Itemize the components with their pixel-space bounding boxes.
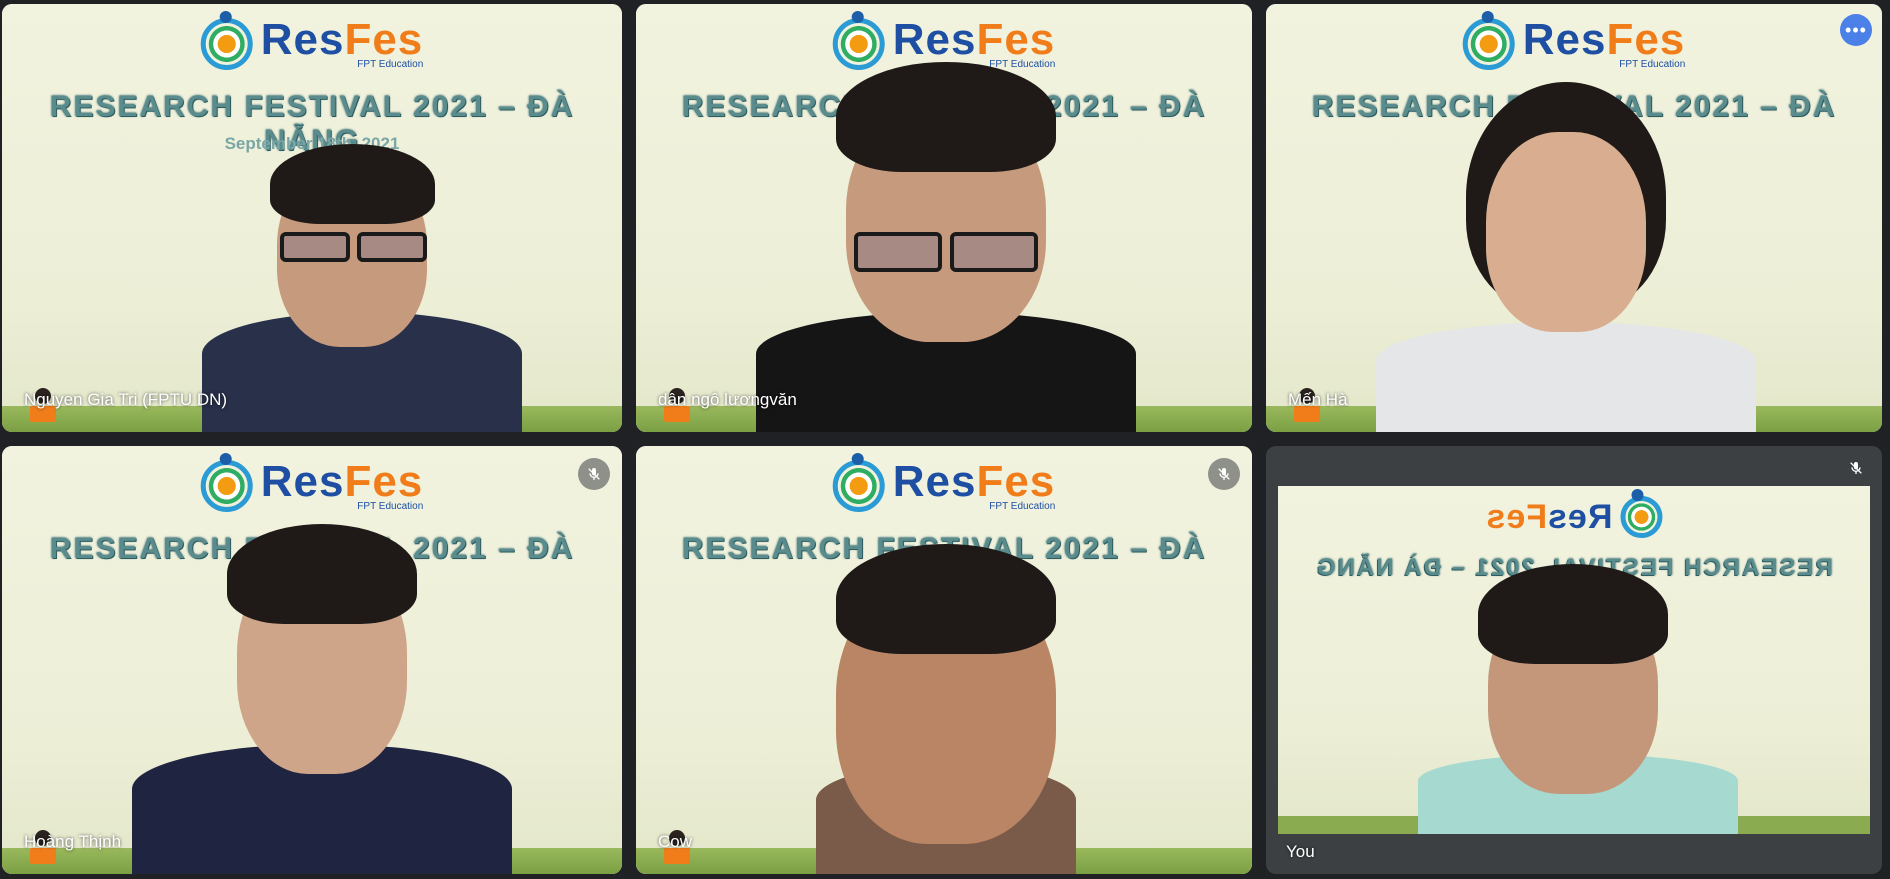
participant-tile-3[interactable]: ResFes FPT Education RESEARCH FESTIVAL 2… bbox=[1266, 4, 1882, 432]
participant-name: dân ngô lươngvăn bbox=[658, 390, 797, 409]
more-options-icon[interactable]: ••• bbox=[1840, 14, 1872, 46]
logo-subtitle: FPT Education bbox=[989, 501, 1056, 512]
logo-res: Res bbox=[260, 15, 345, 64]
logo-fes: Fes bbox=[344, 457, 424, 506]
self-label: You bbox=[1286, 842, 1315, 861]
logo-fes: Fes bbox=[1485, 498, 1548, 536]
participant-tile-4[interactable]: ResFes FPT Education RESEARCH FESTIVAL 2… bbox=[2, 446, 622, 874]
logo-subtitle: FPT Education bbox=[1619, 59, 1686, 70]
self-person bbox=[1418, 554, 1738, 834]
participant-video bbox=[1356, 82, 1776, 432]
resfes-emblem-icon bbox=[1462, 11, 1515, 70]
participant-video bbox=[776, 534, 1116, 874]
participant-tile-2[interactable]: ResFes FPT Education RESEARCH FESTIVAL 2… bbox=[636, 4, 1252, 432]
resfes-emblem-icon bbox=[832, 453, 885, 512]
participant-name: Cow bbox=[658, 832, 693, 851]
participant-tile-5[interactable]: ResFes FPT Education RESEARCH FESTIVAL 2… bbox=[636, 446, 1252, 874]
resfes-logo: ResFes FPT Education bbox=[200, 11, 424, 70]
participant-video bbox=[736, 62, 1156, 432]
participant-name: Nguyen Gia Tri (FPTU DN) bbox=[24, 390, 228, 409]
self-view-tile[interactable]: ResFes RESEARCH FESTIVAL 2021 – ĐÀ NẴNG … bbox=[1266, 446, 1882, 874]
participant-name: Hoàng Thịnh bbox=[24, 832, 122, 851]
resfes-logo: ResFes bbox=[1486, 496, 1663, 538]
self-video: ResFes RESEARCH FESTIVAL 2021 – ĐÀ NẴNG bbox=[1278, 486, 1870, 834]
logo-res: Res bbox=[892, 15, 977, 64]
logo-res: Res bbox=[260, 457, 345, 506]
mic-off-icon bbox=[578, 458, 610, 490]
logo-res: Res bbox=[1522, 15, 1607, 64]
participant-video bbox=[122, 504, 522, 874]
mic-off-icon bbox=[1208, 458, 1240, 490]
resfes-logo: ResFes FPT Education bbox=[1462, 11, 1686, 70]
logo-subtitle: FPT Education bbox=[357, 59, 424, 70]
logo-res: Res bbox=[892, 457, 977, 506]
participant-tile-1[interactable]: ResFes FPT Education RESEARCH FESTIVAL 2… bbox=[2, 4, 622, 432]
logo-fes: Fes bbox=[344, 15, 424, 64]
resfes-emblem-icon bbox=[200, 11, 253, 70]
participant-name: Mến Hà bbox=[1288, 390, 1348, 409]
logo-fes: Fes bbox=[976, 457, 1056, 506]
resfes-logo: ResFes FPT Education bbox=[832, 453, 1056, 512]
logo-fes: Fes bbox=[1606, 15, 1686, 64]
resfes-emblem-icon bbox=[1620, 496, 1663, 538]
logo-fes: Fes bbox=[976, 15, 1056, 64]
logo-res: Res bbox=[1547, 498, 1613, 536]
participant-video bbox=[172, 132, 572, 432]
mic-off-icon bbox=[1840, 452, 1872, 484]
